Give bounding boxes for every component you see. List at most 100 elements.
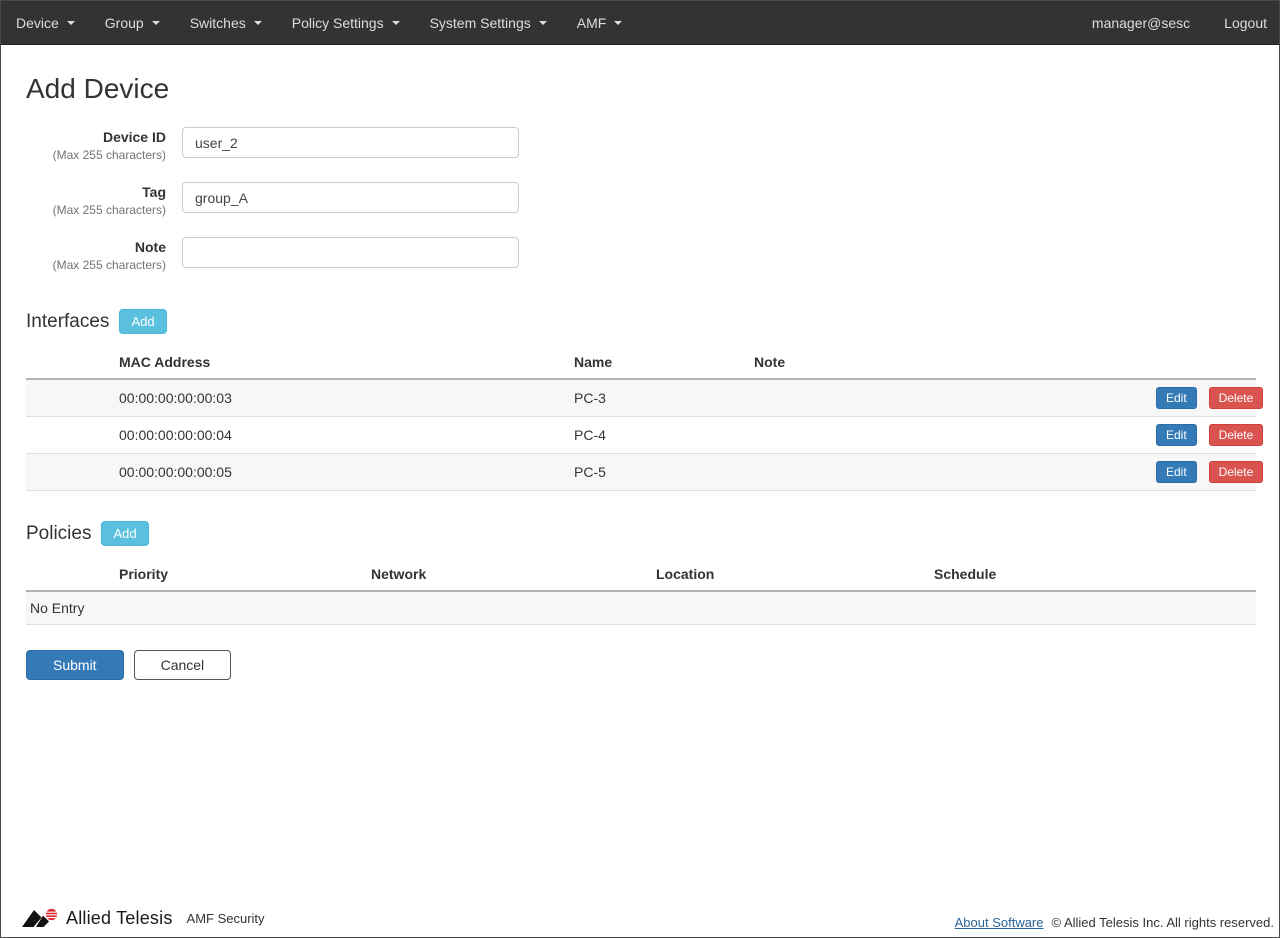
- menu-amf[interactable]: AMF: [562, 1, 638, 44]
- interface-row: 00:00:00:00:00:03 PC-3 Edit Delete: [26, 379, 1256, 417]
- interfaces-header-row: MAC Address Name Note: [26, 346, 1256, 379]
- policies-header-row: Priority Network Location Schedule: [26, 558, 1256, 591]
- network-column-header: Network: [371, 558, 656, 591]
- menu-group[interactable]: Group: [90, 1, 175, 44]
- menu-switches[interactable]: Switches: [175, 1, 277, 44]
- menu-group-label: Group: [105, 15, 144, 31]
- main-content: Add Device Device ID (Max 255 characters…: [1, 73, 1279, 680]
- product-name: AMF Security: [187, 911, 265, 927]
- add-policy-button[interactable]: Add: [101, 521, 148, 546]
- tag-label: Tag: [26, 183, 166, 202]
- logged-in-user: manager@sesc: [1070, 15, 1212, 31]
- add-interface-button[interactable]: Add: [119, 309, 166, 334]
- row-actions-cell: Edit Delete: [1156, 379, 1256, 417]
- device-id-input-col: [182, 127, 519, 163]
- device-id-hint: (Max 255 characters): [26, 147, 166, 163]
- edit-interface-button[interactable]: Edit: [1156, 424, 1197, 446]
- row-actions-cell: Edit Delete: [1156, 454, 1256, 491]
- brand-name: Allied Telesis: [66, 908, 173, 929]
- interface-row: 00:00:00:00:00:04 PC-4 Edit Delete: [26, 417, 1256, 454]
- device-id-label-col: Device ID (Max 255 characters): [26, 127, 182, 163]
- note-cell: [754, 454, 1156, 491]
- mac-address-cell: 00:00:00:00:00:04: [119, 417, 574, 454]
- chevron-down-icon: [392, 21, 400, 25]
- menu-device[interactable]: Device: [1, 1, 90, 44]
- chevron-down-icon: [254, 21, 262, 25]
- tag-hint: (Max 255 characters): [26, 202, 166, 218]
- schedule-column-header: Schedule: [934, 558, 1256, 591]
- logout-button[interactable]: Logout: [1212, 15, 1279, 31]
- chevron-down-icon: [614, 21, 622, 25]
- submit-button[interactable]: Submit: [26, 650, 124, 680]
- device-id-field[interactable]: [182, 127, 519, 158]
- tag-group: Tag (Max 255 characters): [26, 182, 1254, 218]
- note-group: Note (Max 255 characters): [26, 237, 1254, 273]
- about-software-link[interactable]: About Software: [955, 915, 1044, 930]
- note-cell: [754, 417, 1156, 454]
- delete-interface-button[interactable]: Delete: [1209, 461, 1264, 483]
- page-footer: Allied Telesis AMF Security About Softwa…: [1, 903, 1279, 937]
- top-navbar: Device Group Switches Policy Settings Sy…: [1, 1, 1279, 45]
- name-cell: PC-3: [574, 379, 754, 417]
- interfaces-section-head: Interfaces Add: [26, 309, 1254, 334]
- menu-switches-label: Switches: [190, 15, 246, 31]
- location-column-header: Location: [656, 558, 934, 591]
- menu-amf-label: AMF: [577, 15, 607, 31]
- row-actions-cell: Edit Delete: [1156, 417, 1256, 454]
- row-spacer-cell: [26, 454, 119, 491]
- name-column-header: Name: [574, 346, 754, 379]
- chevron-down-icon: [67, 21, 75, 25]
- menu-policy-settings-label: Policy Settings: [292, 15, 384, 31]
- policies-empty-row: No Entry: [26, 591, 1256, 625]
- add-device-page: { "navbar": { "items": [ { "label": "Dev…: [0, 0, 1280, 938]
- interface-row: 00:00:00:00:00:05 PC-5 Edit Delete: [26, 454, 1256, 491]
- delete-interface-button[interactable]: Delete: [1209, 424, 1264, 446]
- note-field[interactable]: [182, 237, 519, 268]
- note-column-header: Note: [754, 346, 1156, 379]
- policies-table: Priority Network Location Schedule No En…: [26, 558, 1256, 625]
- note-hint: (Max 255 characters): [26, 257, 166, 273]
- name-cell: PC-4: [574, 417, 754, 454]
- note-cell: [754, 379, 1156, 417]
- menu-policy-settings[interactable]: Policy Settings: [277, 1, 415, 44]
- footer-brand-area: Allied Telesis AMF Security: [21, 907, 265, 930]
- form-actions: Submit Cancel: [26, 650, 1254, 680]
- chevron-down-icon: [539, 21, 547, 25]
- interfaces-table: MAC Address Name Note 00:00:00:00:00:03 …: [26, 346, 1256, 491]
- name-cell: PC-5: [574, 454, 754, 491]
- cancel-button[interactable]: Cancel: [134, 650, 232, 680]
- row-spacer-cell: [26, 379, 119, 417]
- delete-interface-button[interactable]: Delete: [1209, 387, 1264, 409]
- mac-address-cell: 00:00:00:00:00:03: [119, 379, 574, 417]
- allied-telesis-logo-icon: [21, 907, 59, 930]
- tag-input-col: [182, 182, 519, 218]
- tag-label-col: Tag (Max 255 characters): [26, 182, 182, 218]
- menu-system-settings-label: System Settings: [430, 15, 531, 31]
- edit-interface-button[interactable]: Edit: [1156, 461, 1197, 483]
- priority-column-header: Priority: [119, 558, 371, 591]
- mac-address-column-header: MAC Address: [119, 346, 574, 379]
- policies-section-head: Policies Add: [26, 521, 1254, 546]
- edit-interface-button[interactable]: Edit: [1156, 387, 1197, 409]
- page-title: Add Device: [26, 73, 1254, 105]
- no-entry-text: No Entry: [26, 591, 1256, 625]
- navbar-right: manager@sesc Logout: [1070, 1, 1279, 44]
- tag-field[interactable]: [182, 182, 519, 213]
- chevron-down-icon: [152, 21, 160, 25]
- allied-telesis-logo: Allied Telesis: [21, 907, 173, 930]
- note-label: Note: [26, 238, 166, 257]
- spacer-column-header: [26, 346, 119, 379]
- interfaces-title: Interfaces: [26, 311, 109, 333]
- copyright-text: © Allied Telesis Inc. All rights reserve…: [1052, 915, 1275, 930]
- device-id-group: Device ID (Max 255 characters): [26, 127, 1254, 163]
- mac-address-cell: 00:00:00:00:00:05: [119, 454, 574, 491]
- actions-column-header: [1156, 346, 1256, 379]
- menu-system-settings[interactable]: System Settings: [415, 1, 562, 44]
- note-input-col: [182, 237, 519, 273]
- footer-links: About Software © Allied Telesis Inc. All…: [955, 915, 1274, 930]
- policies-title: Policies: [26, 523, 91, 545]
- main-menu: Device Group Switches Policy Settings Sy…: [1, 1, 637, 44]
- note-label-col: Note (Max 255 characters): [26, 237, 182, 273]
- row-spacer-cell: [26, 417, 119, 454]
- spacer-column-header: [26, 558, 119, 591]
